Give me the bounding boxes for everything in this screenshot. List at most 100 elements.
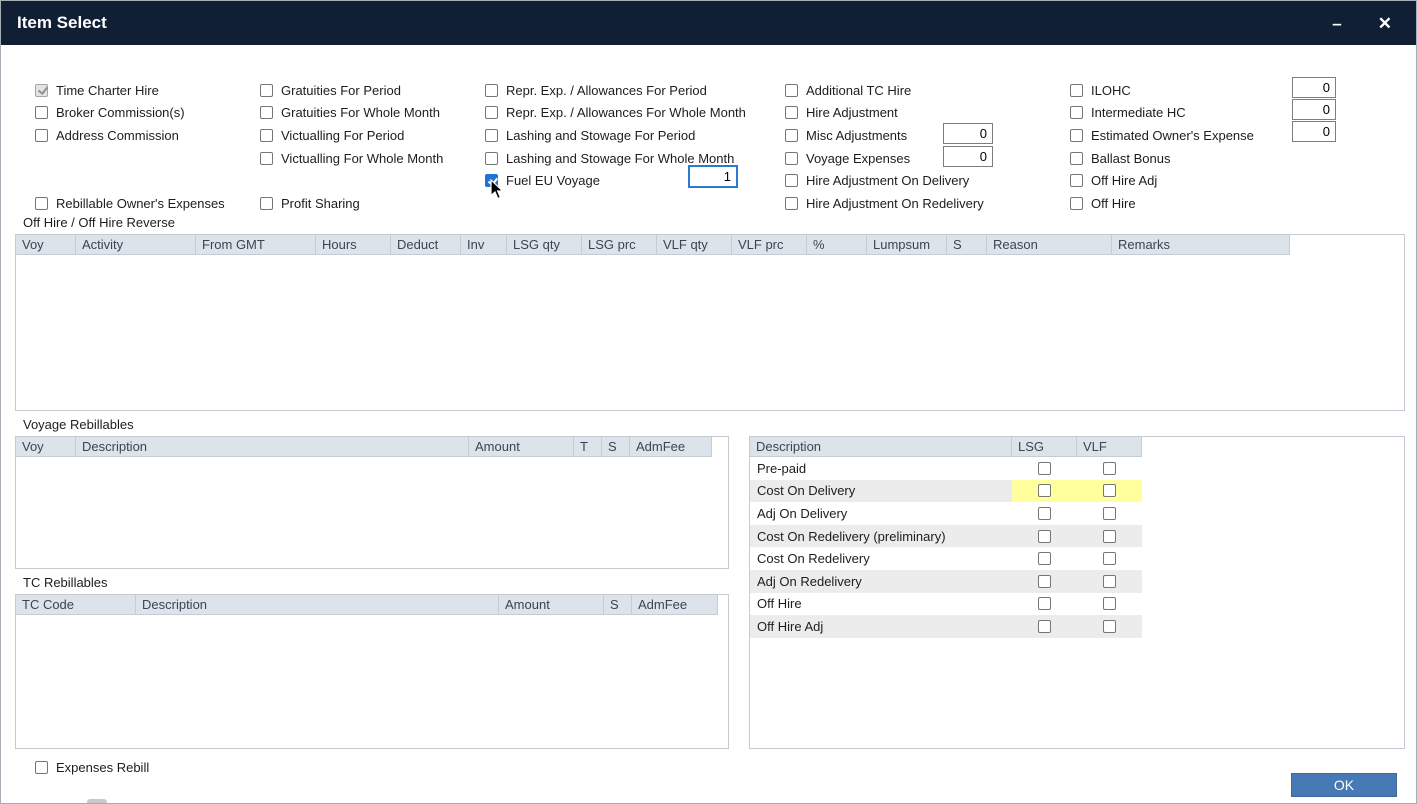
column-header-activity: Activity <box>76 235 196 255</box>
column-header-admfee: AdmFee <box>632 595 718 615</box>
misc-adjustments-input[interactable] <box>943 123 993 144</box>
checkbox-column-5: ILOHC Intermediate HC Estimated Owner's … <box>1070 79 1254 215</box>
checkbox-gratuities-for-period[interactable]: Gratuities For Period <box>260 79 443 102</box>
repr-exp-allowances-for-period-checkbox[interactable] <box>485 84 498 97</box>
pre-paid-lsg-checkbox[interactable] <box>1038 462 1051 475</box>
off-hire-adj-checkbox[interactable] <box>1070 174 1083 187</box>
pre-paid-vlf-checkbox[interactable] <box>1103 462 1116 475</box>
cost-on-redelivery-preliminary-vlf-checkbox[interactable] <box>1103 530 1116 543</box>
cost-row-label: Off Hire <box>750 596 1012 611</box>
fuel-eu-voyage-input[interactable] <box>688 165 738 188</box>
cost-on-redelivery-lsg-checkbox[interactable] <box>1038 552 1051 565</box>
off-hire-vlf-checkbox[interactable] <box>1103 597 1116 610</box>
checkbox-hire-adjustment-on-delivery[interactable]: Hire Adjustment On Delivery <box>785 169 984 192</box>
checkbox-hire-adjustment-on-redelivery[interactable]: Hire Adjustment On Redelivery <box>785 192 984 215</box>
hire-adjustment-on-redelivery-checkbox[interactable] <box>785 197 798 210</box>
hire-adjustment-label: Hire Adjustment <box>806 105 898 120</box>
checkbox-off-hire-adj[interactable]: Off Hire Adj <box>1070 169 1254 192</box>
fuel-eu-voyage-checkbox[interactable] <box>485 174 498 187</box>
checkbox-time-charter-hire[interactable]: Time Charter Hire <box>35 79 225 102</box>
checkbox-repr-exp-allowances-for-period[interactable]: Repr. Exp. / Allowances For Period <box>485 79 746 102</box>
cost-row-cost-on-redelivery: Cost On Redelivery <box>750 547 1142 570</box>
rebillable-owners-expenses-checkbox[interactable] <box>35 197 48 210</box>
off-hire-lsg-checkbox[interactable] <box>1038 597 1051 610</box>
column-header-hours: Hours <box>316 235 391 255</box>
repr-exp-allowances-for-period-label: Repr. Exp. / Allowances For Period <box>506 83 707 98</box>
column-header-s: S <box>947 235 987 255</box>
checkbox-ilohc[interactable]: ILOHC <box>1070 79 1254 102</box>
checkbox-lashing-and-stowage-for-period[interactable]: Lashing and Stowage For Period <box>485 124 746 147</box>
checkbox-broker-commissions[interactable]: Broker Commission(s) <box>35 102 225 125</box>
misc-adjustments-checkbox[interactable] <box>785 129 798 142</box>
gratuities-for-whole-month-label: Gratuities For Whole Month <box>281 105 440 120</box>
column-header-s: S <box>602 437 630 457</box>
address-commission-checkbox[interactable] <box>35 129 48 142</box>
checkbox-gratuities-for-whole-month[interactable]: Gratuities For Whole Month <box>260 102 443 125</box>
checkbox-victualling-for-period[interactable]: Victualling For Period <box>260 124 443 147</box>
off-hire-adj-lsg-checkbox[interactable] <box>1038 620 1051 633</box>
voyage-expenses-checkbox[interactable] <box>785 152 798 165</box>
adj-on-delivery-vlf-checkbox[interactable] <box>1103 507 1116 520</box>
off-hire-adj-vlf-checkbox[interactable] <box>1103 620 1116 633</box>
off-hire-checkbox[interactable] <box>1070 197 1083 210</box>
intermediate-hc-checkbox[interactable] <box>1070 106 1083 119</box>
cost-on-delivery-lsg-checkbox[interactable] <box>1038 484 1051 497</box>
ilohc-input[interactable] <box>1292 77 1336 98</box>
checkbox-off-hire[interactable]: Off Hire <box>1070 192 1254 215</box>
gratuities-for-whole-month-checkbox[interactable] <box>260 106 273 119</box>
minimize-icon[interactable]: – <box>1332 15 1341 32</box>
cost-on-redelivery-vlf-checkbox[interactable] <box>1103 552 1116 565</box>
close-icon[interactable]: ✕ <box>1378 15 1392 32</box>
ilohc-checkbox[interactable] <box>1070 84 1083 97</box>
column-header-amount: Amount <box>469 437 574 457</box>
column-header-vlf-qty: VLF qty <box>657 235 732 255</box>
hire-adjustment-on-redelivery-label: Hire Adjustment On Redelivery <box>806 196 984 211</box>
spacer <box>35 169 225 192</box>
lashing-and-stowage-for-period-checkbox[interactable] <box>485 129 498 142</box>
checkbox-hire-adjustment[interactable]: Hire Adjustment <box>785 102 984 125</box>
checkbox-expenses-rebill[interactable]: Expenses Rebill <box>35 756 149 779</box>
checkbox-rebillable-owners-expenses[interactable]: Rebillable Owner's Expenses <box>35 192 225 215</box>
expenses-rebill-checkbox[interactable] <box>35 761 48 774</box>
lashing-and-stowage-for-whole-month-checkbox[interactable] <box>485 152 498 165</box>
checkbox-repr-exp-allowances-for-whole-month[interactable]: Repr. Exp. / Allowances For Whole Month <box>485 102 746 125</box>
cost-on-redelivery-preliminary-lsg-checkbox[interactable] <box>1038 530 1051 543</box>
victualling-for-period-checkbox[interactable] <box>260 129 273 142</box>
column-header-admfee: AdmFee <box>630 437 712 457</box>
victualling-for-whole-month-checkbox[interactable] <box>260 152 273 165</box>
scrollbar-thumb[interactable] <box>87 799 107 804</box>
checkbox-address-commission[interactable]: Address Commission <box>35 124 225 147</box>
cost-on-delivery-vlf-checkbox[interactable] <box>1103 484 1116 497</box>
broker-commissions-checkbox[interactable] <box>35 106 48 119</box>
column-header-s: S <box>604 595 632 615</box>
ok-button[interactable]: OK <box>1291 773 1397 797</box>
checkbox-victualling-for-whole-month[interactable]: Victualling For Whole Month <box>260 147 443 170</box>
adj-on-redelivery-vlf-checkbox[interactable] <box>1103 575 1116 588</box>
profit-sharing-checkbox[interactable] <box>260 197 273 210</box>
adj-on-redelivery-lsg-checkbox[interactable] <box>1038 575 1051 588</box>
checkbox-ballast-bonus[interactable]: Ballast Bonus <box>1070 147 1254 170</box>
estimated-owners-expense-input[interactable] <box>1292 121 1336 142</box>
ballast-bonus-checkbox[interactable] <box>1070 152 1083 165</box>
profit-sharing-label: Profit Sharing <box>281 196 360 211</box>
estimated-owners-expense-checkbox[interactable] <box>1070 129 1083 142</box>
off-hire-adj-label: Off Hire Adj <box>1091 173 1157 188</box>
checkbox-intermediate-hc[interactable]: Intermediate HC <box>1070 102 1254 125</box>
voyage-expenses-input[interactable] <box>943 146 993 167</box>
time-charter-hire-checkbox[interactable] <box>35 84 48 97</box>
cost-row-label: Cost On Delivery <box>750 483 1012 498</box>
intermediate-hc-input[interactable] <box>1292 99 1336 120</box>
adj-on-delivery-lsg-checkbox[interactable] <box>1038 507 1051 520</box>
repr-exp-allowances-for-whole-month-checkbox[interactable] <box>485 106 498 119</box>
lsg-cell <box>1012 525 1077 548</box>
checkbox-estimated-owners-expense[interactable]: Estimated Owner's Expense <box>1070 124 1254 147</box>
checkbox-profit-sharing[interactable]: Profit Sharing <box>260 192 443 215</box>
additional-tc-hire-checkbox[interactable] <box>785 84 798 97</box>
checkbox-additional-tc-hire[interactable]: Additional TC Hire <box>785 79 984 102</box>
time-charter-hire-label: Time Charter Hire <box>56 83 159 98</box>
gratuities-for-period-checkbox[interactable] <box>260 84 273 97</box>
column-header-tc-code: TC Code <box>16 595 136 615</box>
hire-adjustment-on-delivery-checkbox[interactable] <box>785 174 798 187</box>
hire-adjustment-checkbox[interactable] <box>785 106 798 119</box>
cost-options-panel: Description LSG VLF Pre-paid Cost On Del… <box>749 436 1405 749</box>
